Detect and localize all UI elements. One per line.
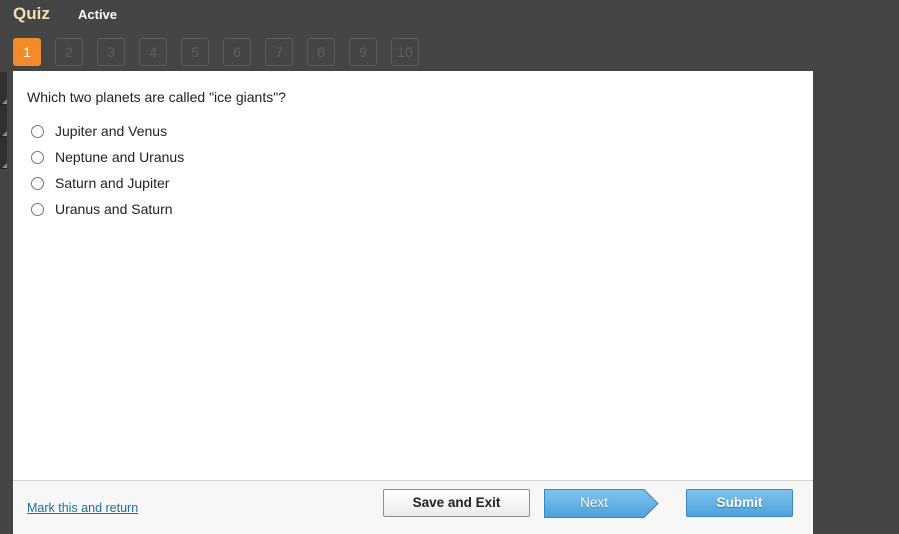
question-nav-5[interactable]: 5 [181, 38, 209, 66]
save-and-exit-button[interactable]: Save and Exit [383, 489, 530, 517]
option-label[interactable]: Neptune and Uranus [55, 149, 184, 165]
radio-button[interactable] [31, 151, 44, 164]
option-label[interactable]: Saturn and Jupiter [55, 175, 169, 191]
question-nav-7[interactable]: 7 [265, 38, 293, 66]
next-button-label: Next [580, 495, 608, 510]
question-nav-6[interactable]: 6 [223, 38, 251, 66]
next-button[interactable]: Next [544, 489, 659, 518]
action-footer: Mark this and return Save and Exit Next … [13, 480, 813, 534]
app-title: Quiz [13, 4, 50, 23]
quiz-status: Active [78, 7, 118, 22]
side-expand-handle[interactable] [0, 104, 7, 137]
option-label[interactable]: Jupiter and Venus [55, 123, 167, 139]
question-nav-2[interactable]: 2 [55, 38, 83, 66]
question-nav-1[interactable]: 1 [13, 38, 41, 66]
question-nav-10[interactable]: 10 [391, 38, 419, 66]
submit-button[interactable]: Submit [686, 489, 793, 517]
question-nav-9[interactable]: 9 [349, 38, 377, 66]
resize-corner-icon [2, 163, 7, 168]
header: Quiz Active [0, 0, 899, 30]
side-collapse-strip [0, 72, 7, 169]
option-label[interactable]: Uranus and Saturn [55, 201, 173, 217]
side-expand-handle[interactable] [0, 136, 7, 169]
question-nav-8[interactable]: 8 [307, 38, 335, 66]
question-panel: Which two planets are called "ice giants… [13, 71, 813, 534]
question-nav-3[interactable]: 3 [97, 38, 125, 66]
radio-button[interactable] [31, 203, 44, 216]
radio-button[interactable] [31, 177, 44, 190]
question-text: Which two planets are called "ice giants… [27, 89, 286, 105]
mark-and-return-link[interactable]: Mark this and return [27, 501, 138, 515]
radio-button[interactable] [31, 125, 44, 138]
question-nav-4[interactable]: 4 [139, 38, 167, 66]
side-expand-handle[interactable] [0, 72, 7, 105]
